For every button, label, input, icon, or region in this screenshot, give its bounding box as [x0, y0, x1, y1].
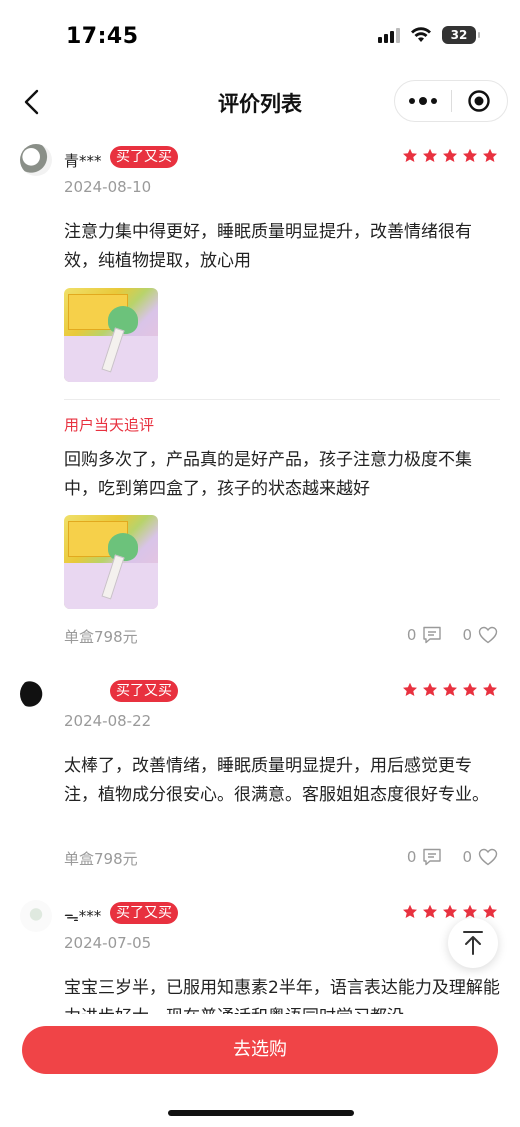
status-bar: 17:45 32: [0, 0, 520, 76]
divider: [64, 399, 500, 400]
status-icons: 32: [378, 26, 480, 44]
review-content: 注意力集中得更好，睡眠质量明显提升，改善情绪很有效，纯植物提取，放心用: [64, 222, 472, 271]
comment-button[interactable]: 0: [407, 848, 443, 866]
rating-stars: [402, 904, 498, 920]
buy-button[interactable]: 去选购: [22, 1026, 498, 1074]
comment-count: 0: [406, 626, 417, 644]
nav-bar: 评价列表: [0, 76, 520, 128]
repurchase-tag: 买了又买: [110, 146, 178, 168]
home-indicator: [168, 1110, 354, 1116]
review-item: 青*** 买了又买 2024-08-10 注意力集中得更好，睡眠质量明显提升，改…: [0, 144, 520, 664]
review-actions: 0 0: [407, 848, 498, 866]
review-username: 青***: [64, 152, 102, 170]
review-content: 宝宝三岁半，已服用知惠素2半年，语言表达能力及理解能力进步好大，现在普通话和粤语…: [64, 978, 500, 1014]
like-button[interactable]: 0: [462, 626, 498, 644]
comment-icon: [423, 848, 442, 866]
star-icon: [443, 904, 457, 918]
review-content: 太棒了，改善情绪，睡眠质量明显提升，用后感觉更专注，植物成分很安心。很满意。客服…: [64, 756, 489, 805]
more-button[interactable]: [395, 81, 451, 121]
status-time: 17:45: [66, 24, 139, 49]
close-button[interactable]: [451, 81, 507, 121]
repurchase-tag: 买了又买: [110, 902, 178, 924]
back-to-top-button[interactable]: [448, 918, 498, 968]
review-username: ᯓ***: [64, 907, 102, 925]
like-button[interactable]: 0: [462, 848, 498, 866]
avatar: [20, 144, 52, 176]
star-icon: [483, 148, 497, 162]
cellular-signal-icon: [378, 27, 400, 43]
comment-button[interactable]: 0: [407, 626, 443, 644]
heart-icon: [478, 848, 498, 866]
like-count: 0: [462, 848, 472, 866]
mini-program-capsule: [394, 80, 508, 122]
star-icon: [423, 682, 437, 696]
avatar: [20, 678, 52, 710]
review-date: 2024-08-22: [64, 712, 152, 730]
review-item: 买了又买 2024-08-22 太棒了，改善情绪，睡眠质量明显提升，用后感觉更专…: [0, 678, 520, 878]
heart-icon: [478, 626, 498, 644]
star-icon: [483, 682, 497, 696]
arrow-up-icon: [463, 931, 483, 955]
review-item: ᯓ*** 买了又买 2024-07-05 宝宝三岁半，已服用知惠素2半年，语言表…: [0, 900, 520, 1014]
review-photo[interactable]: [64, 288, 158, 382]
followup-label: 用户当天追评: [64, 416, 155, 434]
review-date: 2024-08-10: [64, 178, 152, 196]
rating-stars: [402, 148, 498, 164]
battery-icon: 32: [442, 26, 480, 44]
star-icon: [483, 904, 497, 918]
star-icon: [403, 904, 417, 918]
star-icon: [443, 148, 457, 162]
star-icon: [423, 904, 437, 918]
star-icon: [423, 148, 437, 162]
price-spec: 单盒798元: [64, 628, 138, 646]
bottom-bar: 去选购: [0, 1014, 520, 1127]
star-icon: [463, 148, 477, 162]
review-actions: 0 0: [407, 626, 498, 644]
avatar: [20, 900, 52, 932]
star-icon: [403, 148, 417, 162]
review-date: 2024-07-05: [64, 934, 152, 952]
star-icon: [463, 682, 477, 696]
followup-photo[interactable]: [64, 515, 158, 609]
like-count: 0: [462, 626, 472, 644]
repurchase-tag: 买了又买: [110, 680, 178, 702]
rating-stars: [402, 682, 498, 698]
wifi-icon: [411, 27, 431, 42]
price-spec: 单盒798元: [64, 850, 138, 868]
star-icon: [443, 682, 457, 696]
comment-icon: [423, 626, 442, 644]
followup-content: 回购多次了，产品真的是好产品，孩子注意力极度不集中，吃到第四盒了，孩子的状态越来…: [64, 450, 472, 499]
comment-count: 0: [406, 848, 417, 866]
star-icon: [403, 682, 417, 696]
target-icon: [468, 90, 490, 112]
